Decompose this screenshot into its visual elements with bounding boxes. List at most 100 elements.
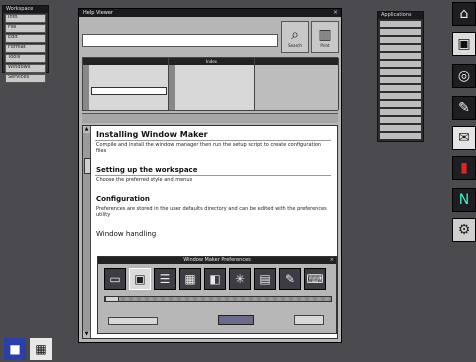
menu-item-format[interactable]: Format — [5, 44, 46, 53]
paint-icon: ✎ — [279, 268, 301, 290]
main-menu-title[interactable]: Workspace — [3, 6, 48, 13]
doc-paragraph: Choose the preferred style and menus — [96, 177, 193, 183]
print-button[interactable]: ▥ Print — [311, 21, 339, 53]
browser-column-2[interactable]: Index — [169, 58, 255, 110]
list-item[interactable] — [177, 80, 253, 86]
browser-column-3[interactable] — [255, 58, 339, 110]
doc-heading: Installing Window Maker — [96, 130, 208, 139]
column-scrollbar[interactable] — [83, 65, 89, 110]
list-item[interactable] — [380, 61, 421, 67]
printer-icon: ▥ — [318, 26, 332, 43]
window-titlebar[interactable]: Help Viewer × — [79, 9, 341, 17]
search-button-label: Search — [288, 42, 302, 48]
dock-icon: ◧ — [204, 268, 226, 290]
applications-list: Applications — [377, 11, 424, 142]
placement-dropdown — [108, 317, 158, 325]
scroll-down-icon[interactable]: ▼ — [83, 331, 90, 338]
clip-icon[interactable]: ▦ — [30, 338, 52, 360]
close-icon[interactable]: × — [333, 9, 338, 17]
close-icon: × — [329, 257, 334, 263]
list-item[interactable] — [380, 53, 421, 59]
doc-heading: Configuration — [96, 195, 150, 203]
menu-item-info[interactable]: Info — [5, 14, 46, 23]
list-item[interactable] — [380, 77, 421, 83]
search-button[interactable]: ⌕ Search — [281, 21, 309, 53]
document-scrollbar[interactable]: ▲ ▼ — [83, 126, 91, 338]
dock: ⌂ ▣ ◎ ✎ ✉ ▮ N ⚙ — [452, 0, 476, 246]
list-item[interactable] — [380, 101, 421, 107]
list-item[interactable] — [380, 29, 421, 35]
list-item[interactable] — [177, 73, 253, 79]
menu-item-edit[interactable]: Edit — [5, 34, 46, 43]
scroll-up-icon[interactable]: ▲ — [83, 126, 90, 133]
menu-item-services[interactable]: Services — [5, 74, 46, 83]
doc-paragraph: Preferences are stored in the user defau… — [96, 206, 327, 218]
keyboard-icon: ⌨ — [304, 268, 326, 290]
red-app-icon[interactable]: ▮ — [452, 156, 476, 180]
menu-item-file[interactable]: File — [5, 24, 46, 33]
divider — [95, 140, 331, 141]
list-item[interactable] — [177, 94, 253, 100]
scroller-knob — [105, 296, 119, 302]
list-item[interactable] — [380, 37, 421, 43]
scroll-knob[interactable] — [84, 158, 91, 174]
browser-column-2-title: Index — [169, 58, 254, 65]
window-icon: ▭ — [104, 268, 126, 290]
list-item[interactable] — [380, 21, 421, 27]
list-item[interactable] — [380, 69, 421, 75]
preferences-panel-title: Window Maker Preferences × — [98, 257, 336, 264]
applications-list-title[interactable]: Applications — [378, 12, 423, 19]
workspace-pager-icon[interactable]: ■ — [4, 338, 26, 360]
list-item[interactable] — [380, 109, 421, 115]
list-item[interactable] — [380, 125, 421, 131]
browser-column-1[interactable] — [83, 58, 169, 110]
help-document: ▲ ▼ Installing Window Maker Compile and … — [82, 125, 338, 339]
list-item[interactable] — [177, 87, 253, 93]
mail-icon[interactable]: ✉ — [452, 126, 476, 150]
paint-icon[interactable]: ✎ — [452, 96, 476, 120]
browser-column-1-title — [83, 58, 168, 65]
preferences-panel-image: Window Maker Preferences × ▭ ▣ ☰ ▦ ◧ ✳ ▤… — [97, 256, 337, 334]
preferences-panel-title-text: Window Maker Preferences — [183, 257, 251, 263]
column-scrollbar[interactable] — [169, 65, 175, 110]
list-item[interactable] — [256, 80, 337, 86]
list-item[interactable] — [177, 101, 253, 107]
window-title: Help Viewer — [83, 10, 113, 16]
placement-field — [218, 315, 254, 325]
menu-icon: ☰ — [154, 268, 176, 290]
magnifier-icon: ⌕ — [291, 26, 299, 43]
search-input[interactable] — [82, 34, 278, 47]
list-item[interactable] — [91, 66, 167, 72]
list-item[interactable] — [380, 85, 421, 91]
list-item[interactable] — [177, 66, 253, 72]
menu-item-windows[interactable]: Windows — [5, 64, 46, 73]
list-item[interactable] — [380, 117, 421, 123]
topic-browser: Index — [82, 57, 339, 111]
list-item[interactable] — [380, 133, 421, 139]
list-item[interactable] — [91, 80, 167, 86]
split-view-divider[interactable] — [82, 113, 338, 123]
workspace-icon[interactable]: ▣ — [452, 32, 476, 56]
list-item[interactable] — [380, 93, 421, 99]
list-item[interactable] — [380, 45, 421, 51]
preferences-icon[interactable]: ⚙ — [452, 218, 476, 242]
list-item[interactable] — [256, 66, 337, 72]
menu-item-tools[interactable]: Tools — [5, 54, 46, 63]
terminal-icon[interactable]: ⌂ — [452, 2, 476, 26]
browser-column-3-title — [255, 58, 338, 65]
doc-heading: Setting up the workspace — [96, 166, 198, 174]
workspace-icon: ▦ — [179, 268, 201, 290]
panel-button — [294, 315, 324, 325]
print-button-label: Print — [320, 42, 330, 48]
network-icon[interactable]: ◎ — [452, 64, 476, 88]
text-icon[interactable]: N — [452, 188, 476, 212]
doc-heading: Window handling — [96, 230, 157, 238]
list-item[interactable] — [91, 73, 167, 79]
mouse-icon: ✳ — [229, 268, 251, 290]
doc-paragraph: Compile and install the window manager t… — [96, 142, 322, 154]
list-item[interactable] — [256, 73, 337, 79]
list-item[interactable] — [91, 96, 167, 102]
help-viewer-window: Help Viewer × ⌕ Search ▥ Print Index ▲ ▼… — [78, 8, 342, 343]
list-item-selected[interactable] — [91, 87, 167, 95]
divider — [95, 175, 331, 176]
